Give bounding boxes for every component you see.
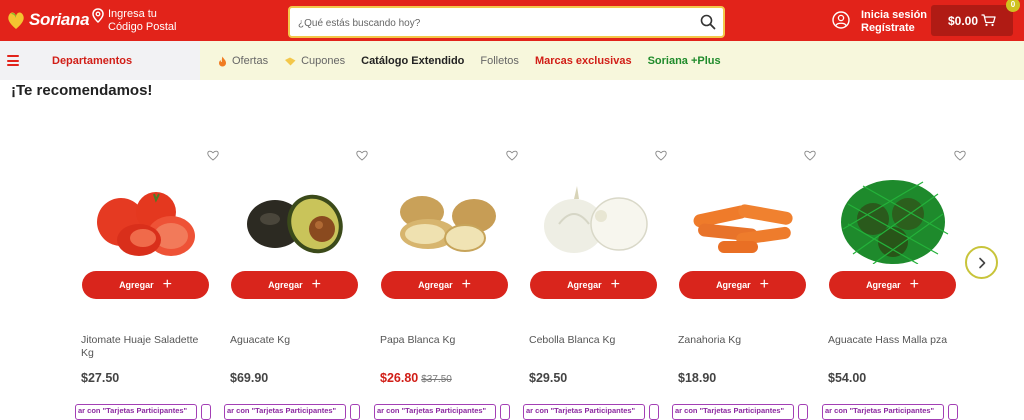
nav-link-marcas-exclusivas[interactable]: Marcas exclusivas	[535, 55, 632, 67]
postal-code-selector[interactable]: Ingresa tu Código Postal	[92, 8, 177, 34]
account-link[interactable]: Inicia sesión Regístrate	[861, 9, 927, 35]
onion-image	[544, 186, 648, 253]
promo-badge: ar con "Tarjetas Participantes"	[75, 404, 197, 420]
promo-badge: ar con "Tarjetas Participantes"	[224, 404, 346, 420]
departments-menu[interactable]: Departamentos	[0, 41, 200, 80]
cart-count-badge: 0	[1006, 0, 1020, 12]
plus-icon: +	[759, 276, 769, 293]
potato-image	[400, 196, 496, 252]
cart-button[interactable]: $0.00	[931, 5, 1013, 36]
promo-badge-secondary	[948, 404, 958, 420]
plus-icon: +	[610, 276, 620, 293]
favorite-heart-icon[interactable]	[804, 150, 816, 161]
chevron-right-icon	[978, 257, 985, 268]
product-name[interactable]: Jitomate Huaje Saladette Kg	[81, 334, 211, 360]
register-label: Regístrate	[861, 22, 915, 34]
add-to-cart-button[interactable]: Agregar +	[530, 271, 657, 299]
product-name[interactable]: Cebolla Blanca Kg	[529, 334, 659, 347]
nav-link-cupones[interactable]: Cupones	[284, 55, 345, 67]
product-price: $69.90	[230, 371, 269, 385]
product-card: Agregar + Aguacate Hass Malla pza $54.00 …	[822, 146, 968, 420]
promo-badge-secondary	[649, 404, 659, 420]
product-card: Agregar + Papa Blanca Kg $26.80 $37.50 ar …	[374, 146, 520, 420]
product-name[interactable]: Aguacate Kg	[230, 334, 360, 347]
promo-badge: ar con "Tarjetas Participantes"	[822, 404, 944, 420]
product-price: $26.80 $37.50	[380, 371, 452, 385]
carousel-next-button[interactable]	[965, 246, 998, 279]
favorite-heart-icon[interactable]	[506, 150, 518, 161]
promo-badge-secondary	[201, 404, 211, 420]
product-price: $29.50	[529, 371, 568, 385]
nav-link-soriana-plus[interactable]: Soriana +Plus	[648, 55, 721, 67]
favorite-heart-icon[interactable]	[655, 150, 667, 161]
add-to-cart-button[interactable]: Agregar +	[381, 271, 508, 299]
product-card: Agregar + Aguacate Kg $69.90 ar con "Tarj…	[224, 146, 370, 420]
promo-badge: ar con "Tarjetas Participantes"	[523, 404, 645, 420]
promo-badge-secondary	[350, 404, 360, 420]
promo-badge: ar con "Tarjetas Participantes"	[374, 404, 496, 420]
product-card: Agregar + Cebolla Blanca Kg $29.50 ar con…	[523, 146, 669, 420]
main-nav: Departamentos Ofertas Cupones Catálogo E…	[0, 41, 1024, 80]
promo-badge: ar con "Tarjetas Participantes"	[672, 404, 794, 420]
hamburger-menu-icon[interactable]	[7, 55, 19, 66]
cart-icon	[981, 14, 996, 27]
add-to-cart-button[interactable]: Agregar +	[231, 271, 358, 299]
product-card: Agregar + Jitomate Huaje Saladette Kg $27…	[75, 146, 221, 420]
favorite-heart-icon[interactable]	[954, 150, 966, 161]
product-name[interactable]: Papa Blanca Kg	[380, 334, 510, 347]
product-price: $27.50	[81, 371, 120, 385]
tomato-image	[97, 192, 195, 256]
favorite-heart-icon[interactable]	[207, 150, 219, 161]
product-card: Agregar + Zanahoria Kg $18.90 ar con "Tar…	[672, 146, 818, 420]
add-to-cart-button[interactable]: Agregar +	[679, 271, 806, 299]
postal-code-line2: Código Postal	[108, 21, 177, 33]
cart-total: $0.00	[948, 13, 979, 28]
avocado-mesh-image	[841, 180, 949, 264]
plus-icon: +	[162, 276, 172, 293]
login-label: Inicia sesión	[861, 9, 928, 21]
product-price: $54.00	[828, 371, 867, 385]
soriana-logo[interactable]: Soriana	[6, 9, 90, 31]
product-name[interactable]: Aguacate Hass Malla pza	[828, 334, 958, 347]
coupon-icon	[284, 57, 296, 66]
fire-icon	[218, 56, 227, 67]
section-title: ¡Te recomendamos!	[11, 82, 153, 99]
carrot-image	[693, 204, 793, 253]
nav-link-folletos[interactable]: Folletos	[480, 55, 519, 67]
plus-icon: +	[909, 276, 919, 293]
nav-link-catalogo-extendido[interactable]: Catálogo Extendido	[361, 55, 464, 67]
promo-badge-secondary	[500, 404, 510, 420]
logo-heart-icon	[8, 12, 24, 29]
add-to-cart-button[interactable]: Agregar +	[829, 271, 956, 299]
avocado-image	[247, 194, 343, 254]
top-header: Soriana Ingresa tu Código Postal Inicia …	[0, 0, 1024, 41]
postal-code-line1: Ingresa tu	[108, 8, 157, 20]
favorite-heart-icon[interactable]	[356, 150, 368, 161]
search-input[interactable]	[298, 15, 678, 31]
nav-link-ofertas[interactable]: Ofertas	[218, 55, 268, 67]
user-account-icon[interactable]	[832, 11, 850, 29]
original-price: $37.50	[421, 374, 452, 385]
add-to-cart-button[interactable]: Agregar +	[82, 271, 209, 299]
nav-links: Ofertas Cupones Catálogo Extendido Folle…	[218, 55, 737, 67]
departments-label: Departamentos	[52, 55, 133, 67]
search-bar	[288, 6, 725, 38]
plus-icon: +	[311, 276, 321, 293]
search-icon[interactable]	[700, 14, 716, 30]
product-name[interactable]: Zanahoria Kg	[678, 334, 808, 347]
product-price: $18.90	[678, 371, 717, 385]
promo-badge-secondary	[798, 404, 808, 420]
location-pin-icon	[92, 8, 104, 23]
plus-icon: +	[461, 276, 471, 293]
logo-text: Soriana	[29, 10, 90, 29]
